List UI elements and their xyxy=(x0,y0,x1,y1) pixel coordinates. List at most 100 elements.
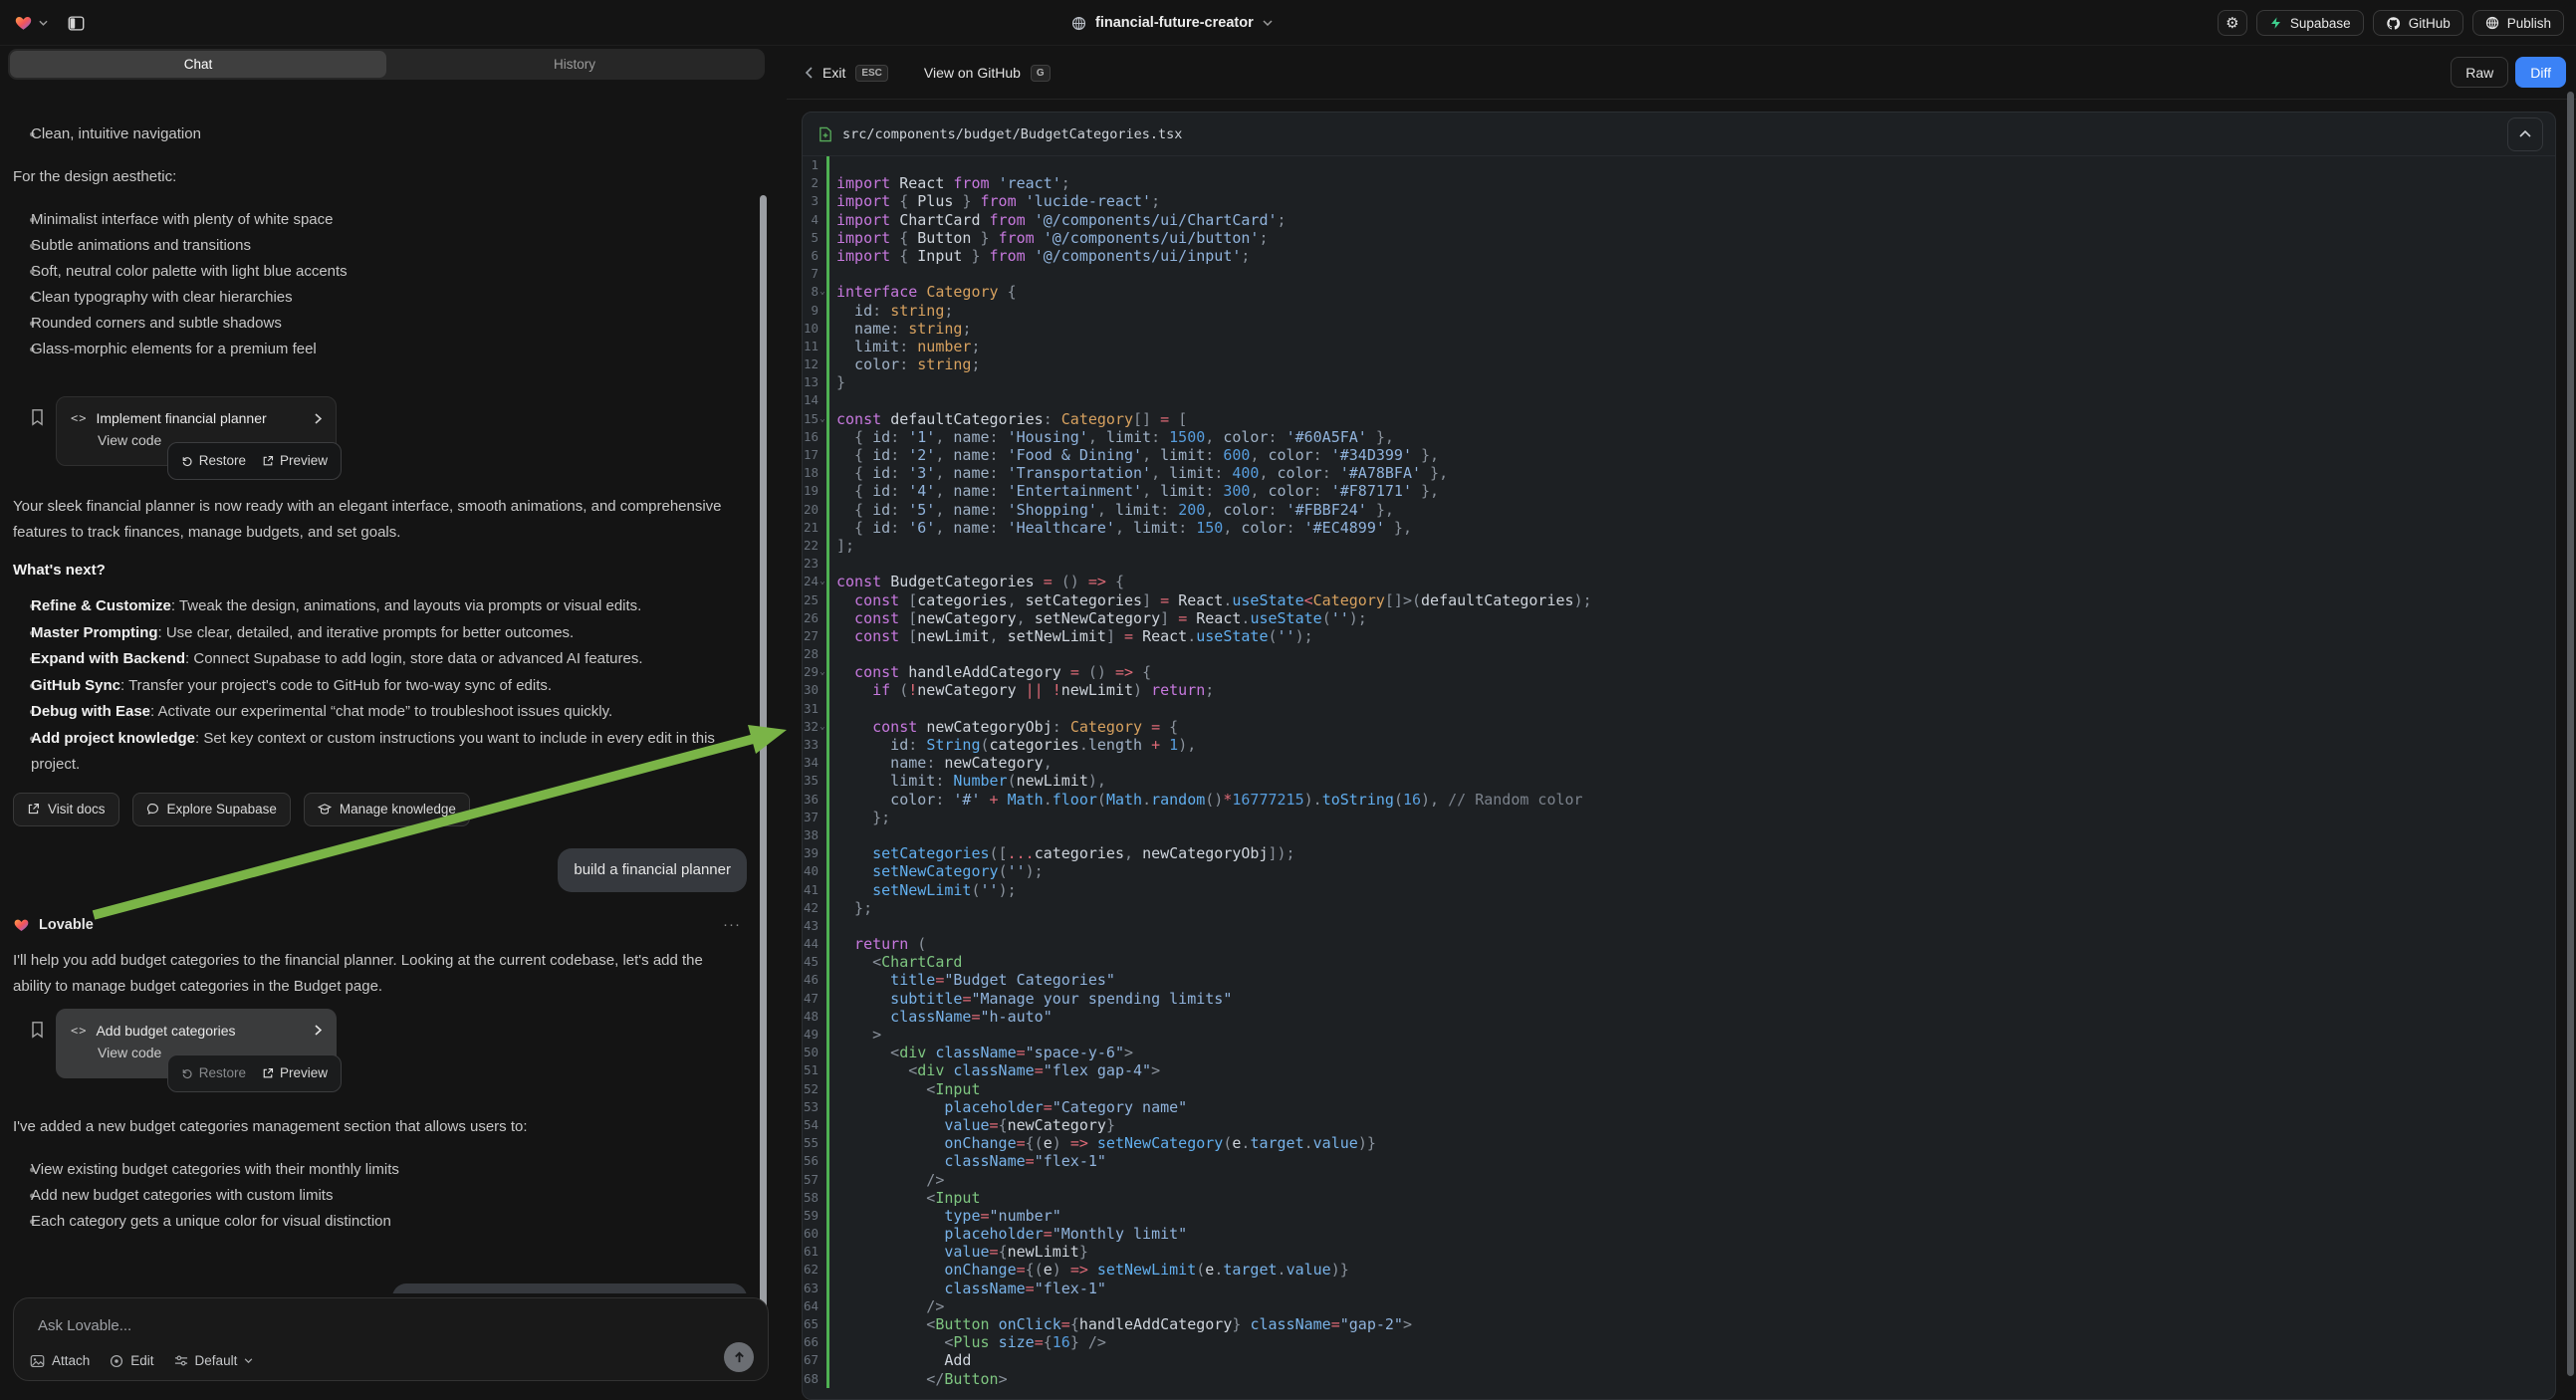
fold-spacer xyxy=(819,754,826,772)
line-number: 18 xyxy=(803,464,819,482)
fold-chevron-icon[interactable]: ⌄ xyxy=(819,663,826,681)
fold-chevron-icon[interactable]: ⌄ xyxy=(819,573,826,590)
tab-history[interactable]: History xyxy=(386,51,763,78)
publish-button[interactable]: Publish xyxy=(2472,10,2564,36)
version-card-add-budget-categories[interactable]: <> Add budget categories View code Resto… xyxy=(56,1009,337,1078)
line-number: 20 xyxy=(803,501,819,519)
assistant-paragraph: Your sleek financial planner is now read… xyxy=(13,494,742,546)
line-number: 28 xyxy=(803,645,819,663)
chat-scrollbar[interactable] xyxy=(760,195,767,1330)
code-line: 65 <Button onClick={handleAddCategory} c… xyxy=(803,1315,2555,1333)
prompt-composer[interactable]: Ask Lovable... Attach Edit Default xyxy=(13,1297,769,1381)
code-line: 17 { id: '2', name: 'Food & Dining', lim… xyxy=(803,446,2555,464)
restore-button[interactable]: Restore xyxy=(181,1060,246,1086)
code-line: 35 limit: Number(newLimit), xyxy=(803,772,2555,790)
explore-supabase-button[interactable]: Explore Supabase xyxy=(132,793,291,826)
exit-button[interactable]: Exit xyxy=(822,65,845,81)
collapse-file-button[interactable] xyxy=(2507,117,2543,151)
fold-spacer xyxy=(819,302,826,320)
code-line: 49 > xyxy=(803,1026,2555,1044)
list-item: ●Expand with Backend: Connect Supabase t… xyxy=(13,646,747,673)
fold-spacer xyxy=(819,791,826,809)
line-number: 8 xyxy=(803,283,819,301)
mode-selector[interactable]: Default xyxy=(174,1353,254,1368)
list-item: ●View existing budget categories with th… xyxy=(13,1157,747,1183)
project-switcher[interactable]: financial-future-creator xyxy=(1071,0,1273,46)
fold-chevron-icon[interactable]: ⌄ xyxy=(819,718,826,736)
fold-spacer xyxy=(819,229,826,247)
image-icon xyxy=(30,1354,45,1368)
line-number: 62 xyxy=(803,1261,819,1279)
fold-chevron-icon[interactable]: ⌄ xyxy=(819,283,826,301)
fold-spacer xyxy=(819,971,826,989)
code-line: 22]; xyxy=(803,537,2555,555)
line-number: 49 xyxy=(803,1026,819,1044)
file-card-header: src/components/budget/BudgetCategories.t… xyxy=(803,113,2555,156)
external-link-icon xyxy=(262,1067,274,1079)
fold-chevron-icon[interactable]: ⌄ xyxy=(819,410,826,428)
code-content[interactable]: 12import React from 'react';3import { Pl… xyxy=(803,156,2555,1388)
prompt-input[interactable]: Ask Lovable... xyxy=(38,1317,131,1334)
line-number: 63 xyxy=(803,1280,819,1297)
preview-button[interactable]: Preview xyxy=(262,1060,328,1086)
bullet-icon: ● xyxy=(13,1209,31,1235)
line-number: 67 xyxy=(803,1351,819,1369)
line-number: 51 xyxy=(803,1061,819,1079)
user-message-row: build a financial planner xyxy=(13,848,747,892)
bookmark-icon[interactable] xyxy=(30,1021,45,1039)
external-link-icon xyxy=(262,455,274,467)
more-options-icon[interactable]: ··· xyxy=(723,912,741,938)
code-line: 37 }; xyxy=(803,809,2555,826)
attach-button[interactable]: Attach xyxy=(30,1353,90,1368)
manage-knowledge-button[interactable]: Manage knowledge xyxy=(304,793,470,826)
code-line: 8⌄interface Category { xyxy=(803,283,2555,301)
view-on-github-button[interactable]: View on GitHub xyxy=(924,65,1021,81)
diff-toggle-button[interactable]: Diff xyxy=(2515,57,2566,88)
send-button[interactable] xyxy=(724,1342,754,1372)
github-button[interactable]: GitHub xyxy=(2373,10,2463,36)
edit-button[interactable]: Edit xyxy=(110,1353,153,1368)
user-message-bubble: would be cool if you could add budget ca… xyxy=(392,1283,747,1294)
code-line: 13} xyxy=(803,373,2555,391)
graduation-cap-icon xyxy=(318,803,332,816)
lovable-logo-icon[interactable] xyxy=(14,14,33,32)
visit-docs-button[interactable]: Visit docs xyxy=(13,793,119,826)
version-card-implement-financial-planner[interactable]: <> Implement financial planner View code… xyxy=(56,396,337,466)
bookmark-icon[interactable] xyxy=(30,408,45,426)
user-message-bubble: build a financial planner xyxy=(558,848,747,892)
user-message-row: would be cool if you could add budget ca… xyxy=(13,1283,747,1294)
line-number: 33 xyxy=(803,736,819,754)
code-line: 64 /> xyxy=(803,1297,2555,1315)
line-number: 52 xyxy=(803,1080,819,1098)
code-viewer-header: Exit ESC View on GitHub G Raw Diff xyxy=(787,46,2576,100)
code-line: 53 placeholder="Category name" xyxy=(803,1098,2555,1116)
code-line: 59 type="number" xyxy=(803,1207,2555,1225)
supabase-button[interactable]: Supabase xyxy=(2256,10,2364,36)
code-line: 7 xyxy=(803,265,2555,283)
restore-icon xyxy=(181,455,193,467)
code-line: 1 xyxy=(803,156,2555,174)
code-line: 38 xyxy=(803,826,2555,844)
chat-scrollback[interactable]: ● Clean, intuitive navigation For the de… xyxy=(13,121,747,1293)
code-line: 21 { id: '6', name: 'Healthcare', limit:… xyxy=(803,519,2555,537)
line-number: 54 xyxy=(803,1116,819,1134)
line-number: 38 xyxy=(803,826,819,844)
restore-button[interactable]: Restore xyxy=(181,448,246,474)
window-scrollbar[interactable] xyxy=(2567,92,2574,1376)
chevron-down-icon xyxy=(244,1358,253,1363)
code-line: 43 xyxy=(803,917,2555,935)
line-number: 15 xyxy=(803,410,819,428)
settings-button[interactable]: ⚙ xyxy=(2218,10,2247,36)
tab-chat[interactable]: Chat xyxy=(10,51,386,78)
line-number: 29 xyxy=(803,663,819,681)
assistant-header: Lovable ··· xyxy=(13,912,747,938)
line-number: 57 xyxy=(803,1171,819,1189)
preview-button[interactable]: Preview xyxy=(262,448,328,474)
raw-toggle-button[interactable]: Raw xyxy=(2451,57,2508,88)
bullet-icon: ● xyxy=(13,337,31,362)
sidebar-toggle-icon[interactable] xyxy=(62,9,90,37)
design-bullet-list: ●Minimalist interface with plenty of whi… xyxy=(13,207,747,362)
chevron-down-icon[interactable] xyxy=(39,20,48,26)
line-number: 45 xyxy=(803,953,819,971)
line-number: 64 xyxy=(803,1297,819,1315)
